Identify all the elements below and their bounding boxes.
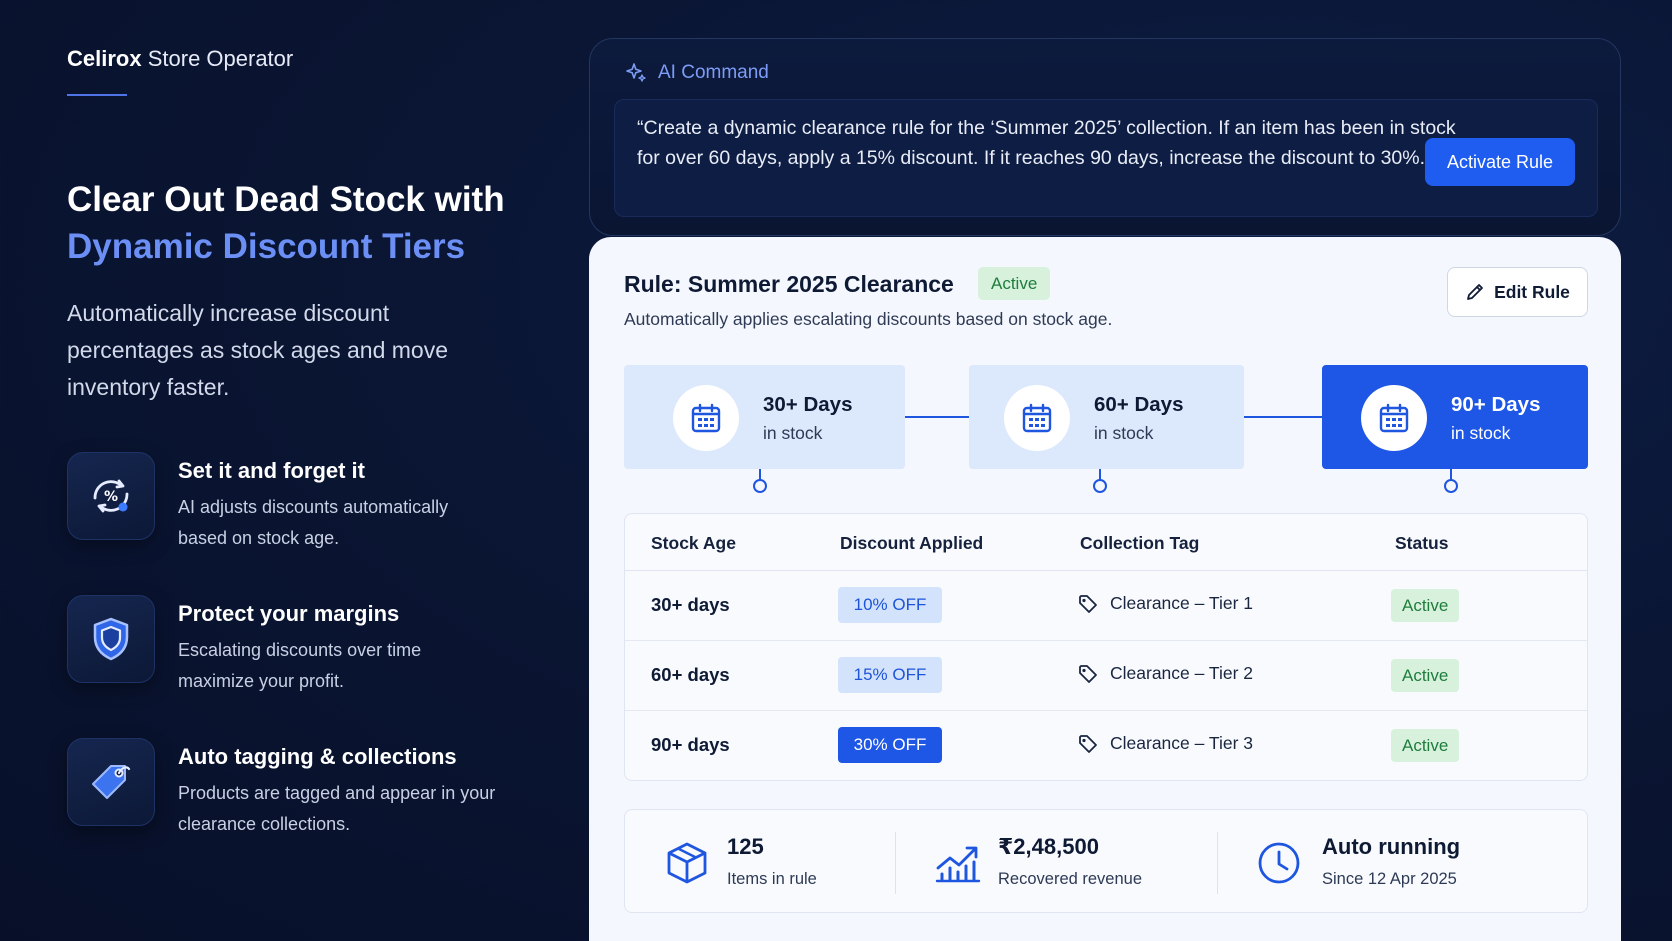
- feature-desc: Products are tagged and appear in your c…: [178, 783, 496, 834]
- sparkle-icon: [626, 63, 646, 82]
- feature-auto-tagging: Auto tagging & collections Products are …: [67, 738, 507, 834]
- cell-stock-age: 30+ days: [651, 594, 730, 615]
- rule-status-badge: Active: [978, 267, 1051, 300]
- tier-days: 30+ Days: [763, 393, 853, 416]
- calendar-icon: [1361, 385, 1427, 451]
- hero-title-line2: Dynamic Discount Tiers: [67, 227, 466, 266]
- table-row[interactable]: 60+ days 15% OFF Clearance – Tier 2 Acti…: [625, 641, 1587, 711]
- clock-icon: [1258, 842, 1300, 884]
- rule-card: Rule: Summer 2025 Clearance Active Autom…: [589, 237, 1621, 941]
- brand-name: Celirox: [67, 46, 142, 71]
- collection-tag-label: Clearance – Tier 3: [1110, 733, 1253, 753]
- feature-desc: AI adjusts discounts automatically based…: [178, 497, 449, 548]
- collection-tag-label: Clearance – Tier 1: [1110, 593, 1253, 613]
- rule-title: Rule: Summer 2025 Clearance: [624, 271, 954, 297]
- stat-label: Recovered revenue: [998, 870, 1143, 888]
- tier-pin-dot: [1093, 479, 1107, 493]
- stat-value: ₹2,48,500: [998, 834, 1099, 859]
- brand-underline: [67, 94, 127, 96]
- feature-protect-margins: Protect your margins Escalating discount…: [67, 595, 507, 691]
- ai-command-box: “Create a dynamic clearance rule for the…: [614, 99, 1598, 217]
- tier-pin-dot: [753, 479, 767, 493]
- header-collection-tag: Collection Tag: [1080, 533, 1200, 553]
- table-row[interactable]: 90+ days 30% OFF Clearance – Tier 3 Acti…: [625, 711, 1587, 781]
- status-badge: Active: [1391, 659, 1460, 692]
- hero-subtitle: Automatically increase discount percenta…: [67, 300, 449, 400]
- svg-text:%: %: [104, 489, 118, 505]
- header-discount-applied: Discount Applied: [840, 533, 984, 553]
- header-status: Status: [1395, 533, 1449, 553]
- edit-rule-label: Edit Rule: [1494, 281, 1570, 302]
- stat-label: Items in rule: [727, 870, 817, 888]
- table-header: Stock Age Discount Applied Collection Ta…: [625, 514, 1587, 571]
- header-stock-age: Stock Age: [651, 533, 736, 553]
- collection-tag-label: Clearance – Tier 2: [1110, 663, 1253, 683]
- table-row[interactable]: 30+ days 10% OFF Clearance – Tier 1 Acti…: [625, 571, 1587, 641]
- tier-connector: [1244, 416, 1322, 418]
- box-icon: [667, 842, 707, 884]
- status-badge: Active: [1391, 589, 1460, 622]
- calendar-icon: [673, 385, 739, 451]
- discount-pill: 30% OFF: [838, 727, 942, 763]
- feature-set-and-forget: % Set it and forget it AI adjusts discou…: [67, 452, 507, 548]
- feature-title: Auto tagging & collections: [178, 744, 457, 769]
- tier-sub: in stock: [1094, 423, 1154, 443]
- tag-outline-icon: [1079, 664, 1097, 683]
- stat-value: 125: [727, 834, 764, 859]
- ai-command-text: “Create a dynamic clearance rule for the…: [637, 117, 1456, 169]
- percent-refresh-icon: %: [67, 452, 155, 540]
- ai-command-label: AI Command: [658, 62, 769, 83]
- tier-60-days: 60+ Days in stock: [969, 365, 1244, 469]
- feature-title: Set it and forget it: [178, 458, 365, 483]
- discount-table: Stock Age Discount Applied Collection Ta…: [624, 513, 1588, 781]
- brand-logo: Celirox Store Operator: [67, 46, 293, 72]
- brand-product: Store Operator: [147, 46, 294, 71]
- rule-stats: 125 Items in rule ₹2,48,500 Recovered re…: [624, 809, 1588, 913]
- tier-90-days: 90+ Days in stock: [1322, 365, 1588, 469]
- cell-stock-age: 90+ days: [651, 734, 730, 755]
- tier-days: 60+ Days: [1094, 393, 1184, 416]
- discount-pill: 15% OFF: [838, 657, 942, 693]
- cell-collection-tag: Clearance – Tier 1: [1078, 593, 1253, 614]
- feature-title: Protect your margins: [178, 601, 400, 626]
- rule-description: Automatically applies escalating discoun…: [624, 309, 1113, 329]
- tag-outline-icon: [1079, 594, 1097, 613]
- discount-pill: 10% OFF: [838, 587, 942, 623]
- edit-rule-button[interactable]: Edit Rule: [1447, 267, 1588, 317]
- ai-command-panel: AI Command “Create a dynamic clearance r…: [589, 38, 1621, 236]
- tier-days: 90+ Days: [1451, 393, 1541, 416]
- status-badge: Active: [1391, 729, 1460, 762]
- cell-stock-age: 60+ days: [651, 664, 730, 685]
- tier-30-days: 30+ Days in stock: [624, 365, 905, 469]
- tier-sub: in stock: [1451, 423, 1511, 443]
- shield-icon: [67, 595, 155, 683]
- cell-collection-tag: Clearance – Tier 3: [1078, 733, 1253, 754]
- hero-title: Clear Out Dead Stock with Dynamic Discou…: [67, 176, 547, 270]
- feature-desc: Escalating discounts over time maximize …: [178, 640, 422, 691]
- calendar-icon: [1004, 385, 1070, 451]
- stat-items: 125 Items in rule: [625, 810, 895, 914]
- pencil-icon: [1467, 284, 1483, 300]
- tier-pin-dot: [1444, 479, 1458, 493]
- stat-revenue: ₹2,48,500 Recovered revenue: [896, 810, 1216, 914]
- tag-icon: [67, 738, 155, 826]
- tag-outline-icon: [1079, 734, 1097, 753]
- cell-collection-tag: Clearance – Tier 2: [1078, 663, 1253, 684]
- stat-value: Auto running: [1322, 834, 1461, 859]
- stat-auto-running: Auto running Since 12 Apr 2025: [1218, 810, 1588, 914]
- activate-rule-button[interactable]: Activate Rule: [1425, 138, 1575, 186]
- tier-sub: in stock: [763, 423, 823, 443]
- tier-connector: [905, 416, 969, 418]
- hero-title-line1: Clear Out Dead Stock with: [67, 180, 505, 219]
- ai-command-header: AI Command: [624, 61, 769, 85]
- chart-growth-icon: [935, 846, 981, 883]
- stat-label: Since 12 Apr 2025: [1322, 870, 1457, 888]
